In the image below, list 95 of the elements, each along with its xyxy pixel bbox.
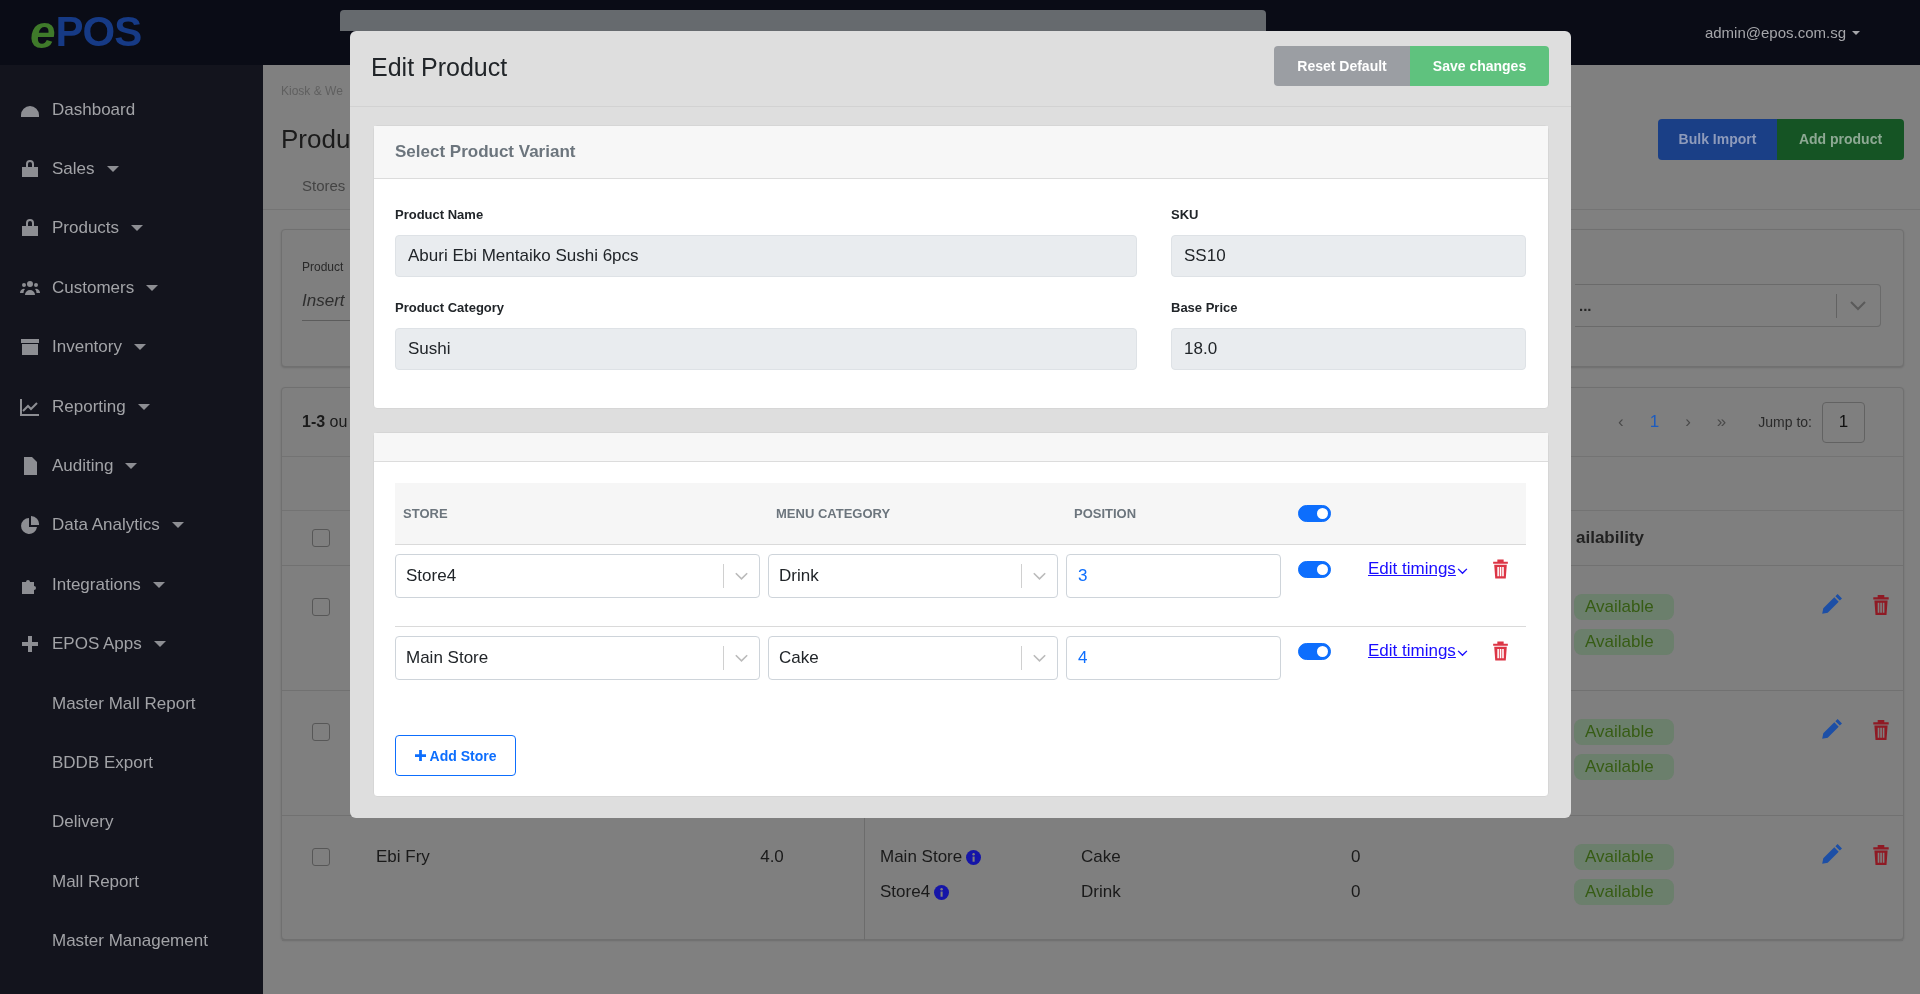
sidebar-item[interactable]: Master Mall Report [0,673,263,734]
plus-icon [414,750,426,761]
search-field[interactable] [340,10,1267,31]
status-badge: Available [1574,719,1674,745]
input-field[interactable]: Aburi Ebi Mentaiko Sushi 6pcs [395,235,1137,277]
chevron-icon [1456,567,1468,575]
field-label: Product [302,260,345,274]
position-field[interactable]: 4 [1066,636,1281,680]
store-select[interactable]: Main Store [395,636,760,680]
input-field[interactable]: SS10 [1171,235,1526,277]
chevron-icon [1456,649,1468,657]
input-field[interactable]: Sushi [395,328,1137,370]
chevron-icon [735,653,748,663]
table-cell-text: 0 [1351,846,1361,868]
table-cell-text: 0 [1351,881,1361,903]
sidebar-item[interactable]: Reporting [0,376,263,437]
pencil-icon[interactable] [1820,719,1842,741]
category-select[interactable]: Cake [768,636,1058,680]
sidebar-item[interactable]: Products [0,198,263,259]
page-title: Produ [281,123,351,155]
bag-icon [20,159,40,180]
sidebar-item[interactable]: Delivery [0,792,263,853]
header-button[interactable]: Add product [1777,118,1904,160]
table-cell-text: Main Store [880,846,963,868]
sidebar-item[interactable]: Master Management [0,911,263,971]
sidebar-item[interactable]: Dashboard [0,80,263,140]
trash-icon[interactable] [1490,558,1511,580]
column-header: ailability [1575,527,1646,549]
status-badge: Available [1574,844,1674,870]
toggle-switch[interactable] [1298,560,1331,578]
sidebar-item[interactable]: Mall Report [0,852,263,912]
sidebar-item[interactable]: Auditing [0,436,263,496]
pie-chart-icon [20,515,40,536]
trash-icon[interactable] [1870,844,1892,866]
bag-icon [20,218,40,239]
chevron-icon [1850,300,1866,311]
input-field[interactable]: 18.0 [1171,328,1526,370]
trash-icon[interactable] [1870,594,1892,616]
card-title: Select Product Variant [395,142,576,162]
trash-icon[interactable] [1490,640,1511,662]
toggle-switch[interactable] [1298,505,1331,522]
table-cell-text: Store4 [880,881,931,903]
column-header: STORE [402,506,449,521]
position-field[interactable]: 3 [1066,554,1281,598]
column-header: POSITION [1073,506,1138,521]
status-badge: Available [1574,754,1674,780]
field-label: Base Price [1171,300,1239,316]
store-select[interactable]: Store4 [395,554,760,598]
table-cell-text: Drink [1081,881,1121,903]
trash-icon[interactable] [1870,719,1892,741]
field-label: Product Name [395,207,485,223]
category-select[interactable]: Drink [768,554,1058,598]
jump-input[interactable]: 1 [1822,401,1865,443]
pencil-icon[interactable] [1820,844,1842,866]
chart-icon [20,396,40,417]
info-icon[interactable] [966,849,982,865]
pencil-icon[interactable] [1820,594,1842,616]
plus-icon [20,634,40,655]
column-header: MENU CATEGORY [775,506,892,521]
select-field[interactable]: ... [1575,284,1881,327]
edit-timings-link[interactable]: Edit timings [1368,636,1468,666]
dialog-title: Edit Product [371,53,508,82]
sidebar-item[interactable]: Inventory [0,317,263,377]
checkbox[interactable] [311,848,330,866]
header-button[interactable]: Bulk Import [1658,118,1777,160]
sidebar-item[interactable]: Data Analytics [0,495,263,556]
chevron-icon [735,571,748,581]
add-store-button[interactable]: Add Store [395,735,516,776]
sidebar-item[interactable]: Sales [0,139,263,199]
checkbox[interactable] [311,723,330,741]
table-cell: 4.0 [760,847,784,866]
field-label: Product Category [395,300,506,316]
result-count: 1-3 ou [302,413,348,431]
field-label: SKU [1171,207,1200,223]
sidebar-item[interactable]: Integrations [0,555,263,615]
table-cell: Ebi Fry [376,847,430,866]
edit-timings-link[interactable]: Edit timings [1368,554,1468,584]
user-menu[interactable]: admin@epos.com.sg [1704,24,1860,41]
archive-icon [20,337,40,358]
toggle-switch[interactable] [1298,642,1331,660]
chevron-icon [1033,571,1046,581]
sidebar-item[interactable]: EPOS Apps [0,614,263,674]
checkbox[interactable] [311,529,330,547]
info-icon[interactable] [934,884,950,900]
logo[interactable]: ePOS [30,12,142,52]
chevron-icon [1033,653,1046,663]
status-badge: Available [1574,594,1674,620]
table-cell-text: Cake [1081,846,1121,868]
input-field[interactable]: Insert [302,291,350,321]
status-badge: Available [1574,879,1674,905]
checkbox[interactable] [311,598,330,616]
jump-label: Jump to: [1758,414,1812,430]
status-badge: Available [1574,629,1674,655]
sidebar-item[interactable]: BDDB Export [0,733,263,793]
sidebar-item[interactable]: Customers [0,258,263,318]
